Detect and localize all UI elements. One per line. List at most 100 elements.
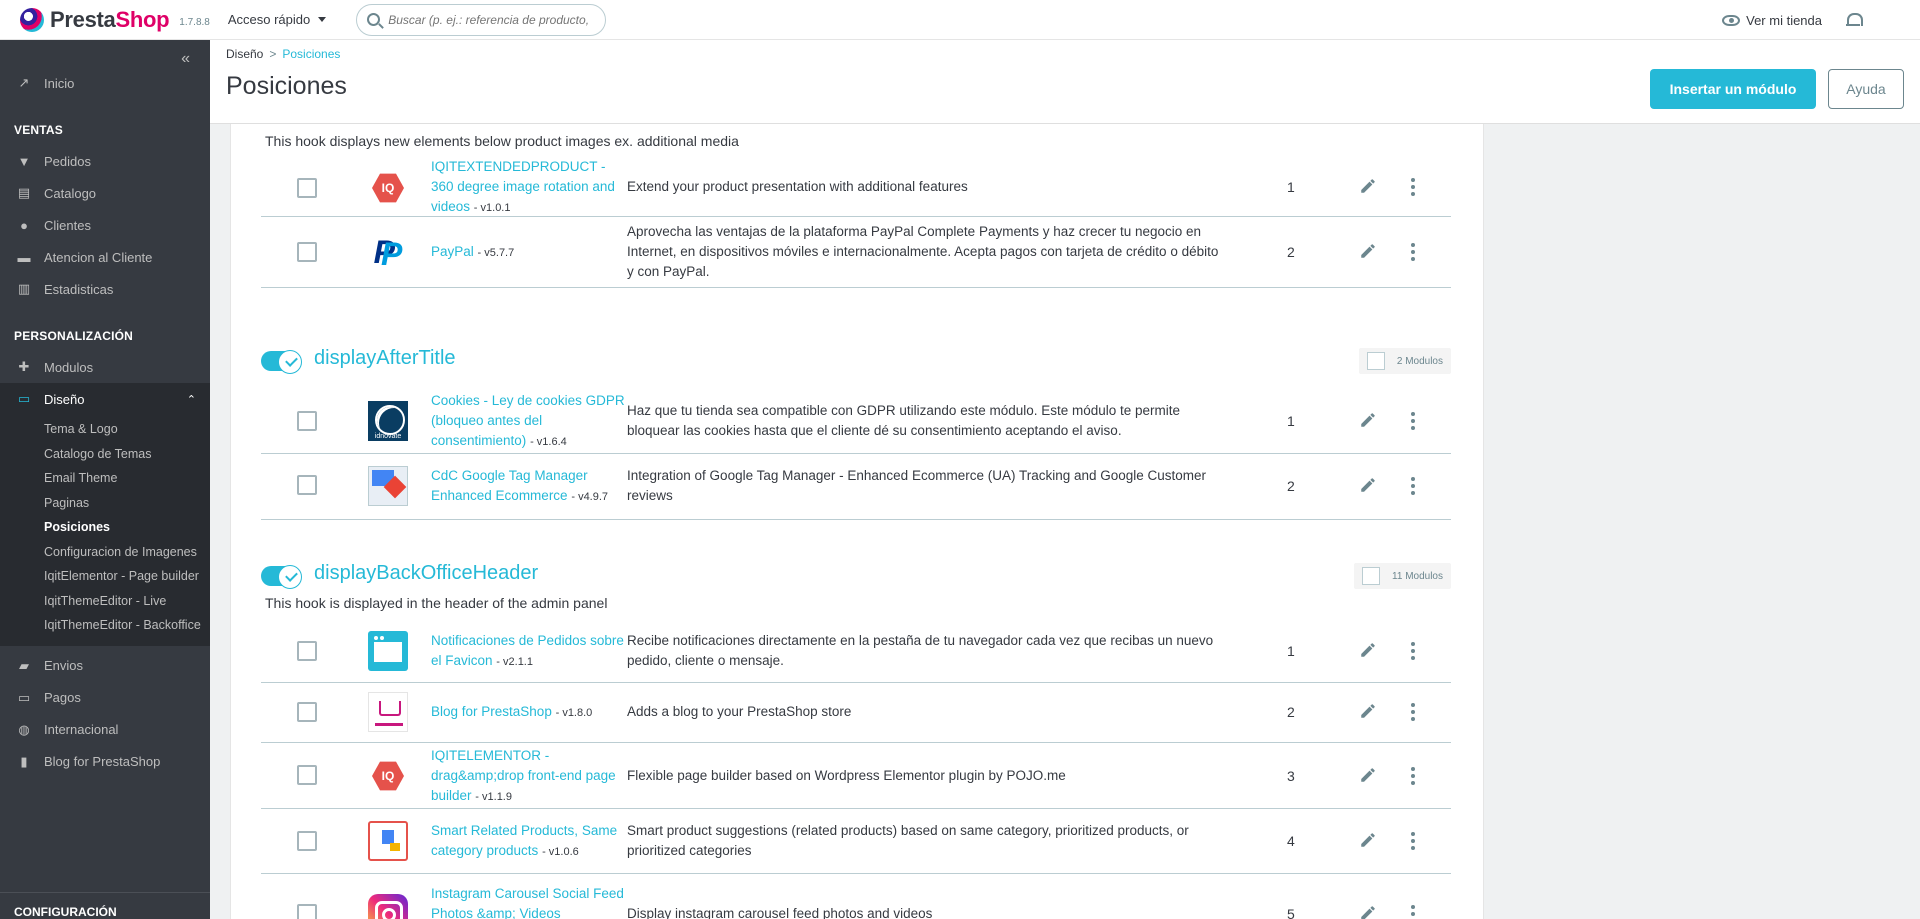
edit-pencil-icon[interactable]	[1359, 702, 1377, 720]
edit-pencil-icon[interactable]	[1359, 766, 1377, 784]
breadcrumb: Diseño > Posiciones	[226, 47, 340, 61]
module-name[interactable]: IQITELEMENTOR - drag&amp;drop front-end …	[431, 746, 626, 807]
module-name[interactable]: Instagram Carousel Social Feed Photos &a…	[431, 884, 626, 919]
edit-pencil-icon[interactable]	[1359, 904, 1377, 919]
collapse-sidebar-icon[interactable]: «	[181, 50, 190, 68]
account-icon: ●	[20, 217, 28, 233]
more-vertical-icon[interactable]	[1411, 767, 1415, 785]
module-checkbox[interactable]	[297, 178, 317, 198]
select-all-checkbox[interactable]	[1366, 352, 1385, 370]
book-icon: ▮	[20, 753, 28, 769]
search-box[interactable]	[356, 3, 607, 36]
edit-pencil-icon[interactable]	[1359, 641, 1377, 659]
module-description: Display instagram carousel feed photos a…	[627, 906, 933, 919]
module-name[interactable]: IQITEXTENDEDPRODUCT - 360 degree image r…	[431, 157, 626, 218]
module-row: Smart Related Products, Same category pr…	[261, 809, 1451, 874]
module-position: 1	[1287, 179, 1295, 195]
more-vertical-icon[interactable]	[1411, 905, 1415, 919]
subnav-posiciones[interactable]: Posiciones	[0, 515, 210, 540]
subnav-paginas[interactable]: Paginas	[0, 491, 210, 516]
view-store-link[interactable]: Ver mi tienda	[1722, 13, 1822, 28]
sidebar-item-pedidos[interactable]: ▼ Pedidos	[0, 145, 210, 177]
more-vertical-icon[interactable]	[1411, 477, 1415, 495]
module-name[interactable]: PayPal - v5.7.7	[431, 242, 626, 263]
insert-module-button[interactable]: Insertar un módulo	[1650, 69, 1816, 109]
module-description: Recibe notificaciones directamente en la…	[627, 633, 1214, 668]
module-description: Smart product suggestions (related produ…	[627, 823, 1189, 858]
sidebar-item-atencion[interactable]: ▬ Atencion al Cliente	[0, 241, 210, 273]
blog-logo-icon	[368, 692, 408, 732]
sidebar-item-blog[interactable]: ▮ Blog for PrestaShop	[0, 746, 210, 778]
notification-logo-icon	[368, 631, 408, 671]
hook-name: displayBackOfficeHeader	[314, 562, 539, 584]
sidebar: « ↗ Inicio VENTAS ▼ Pedidos ▤ Catalogo ● Cl…	[0, 40, 210, 919]
module-row: Blog for PrestaShop - v1.8.0 Adds a blog…	[261, 683, 1451, 743]
module-name[interactable]: Smart Related Products, Same category pr…	[431, 821, 626, 862]
more-vertical-icon[interactable]	[1411, 412, 1415, 430]
module-checkbox[interactable]	[297, 411, 317, 431]
hook-toggle-switch[interactable]	[261, 565, 302, 589]
module-checkbox[interactable]	[297, 242, 317, 262]
select-all-checkbox[interactable]	[1362, 567, 1381, 585]
hook-description: This hook displays new elements below pr…	[265, 133, 739, 149]
hook-toggle-switch[interactable]	[261, 350, 302, 374]
search-input[interactable]	[388, 12, 589, 27]
prestashop-logo[interactable]: PrestaShop 1.7.8.8	[20, 7, 210, 33]
sidebar-item-estadisticas[interactable]: ▥ Estadisticas	[0, 273, 210, 305]
module-description: Aprovecha las ventajas de la plataforma …	[627, 224, 1219, 279]
more-vertical-icon[interactable]	[1411, 832, 1415, 850]
module-name[interactable]: Cookies - Ley de cookies GDPR (bloqueo a…	[431, 391, 626, 452]
sidebar-item-internacional[interactable]: ◍ Internacional	[0, 714, 210, 746]
module-logo	[368, 631, 408, 671]
iqit-logo-icon: IQ	[372, 761, 404, 791]
paypal-logo-icon: PP	[373, 233, 403, 273]
edit-pencil-icon[interactable]	[1359, 177, 1377, 195]
subnav-iqitthemeeditor-backoffice[interactable]: IqitThemeEditor - Backoffice	[0, 613, 210, 638]
module-count-badge: 2 Modulos	[1358, 348, 1451, 374]
module-checkbox[interactable]	[297, 904, 317, 919]
module-checkbox[interactable]	[297, 765, 317, 785]
module-row: Notificaciones de Pedidos sobre el Favic…	[261, 621, 1451, 683]
chevron-up-icon: ⌃	[186, 393, 196, 406]
hook-header: displayBackOfficeHeader 11 Modulos	[261, 560, 1451, 590]
sidebar-item-clientes[interactable]: ● Clientes	[0, 209, 210, 241]
module-logo	[368, 821, 408, 861]
module-checkbox[interactable]	[297, 702, 317, 722]
more-vertical-icon[interactable]	[1411, 243, 1415, 261]
smart-related-logo-icon	[368, 821, 408, 861]
sidebar-item-modulos[interactable]: ✚ Modulos	[0, 351, 210, 383]
more-vertical-icon[interactable]	[1411, 178, 1415, 196]
sidebar-item-inicio[interactable]: ↗ Inicio	[0, 67, 210, 99]
edit-pencil-icon[interactable]	[1359, 242, 1377, 260]
sidebar-item-catalogo[interactable]: ▤ Catalogo	[0, 177, 210, 209]
module-checkbox[interactable]	[297, 641, 317, 661]
module-name[interactable]: CdC Google Tag Manager Enhanced Ecommerc…	[431, 466, 626, 507]
breadcrumb-parent[interactable]: Diseño	[226, 47, 263, 61]
module-checkbox[interactable]	[297, 475, 317, 495]
quick-access-dropdown[interactable]: Acceso rápido	[228, 12, 327, 27]
sidebar-item-diseno[interactable]: ▭ Diseño ⌃	[0, 383, 210, 415]
breadcrumb-current[interactable]: Posiciones	[282, 47, 340, 61]
module-description: Extend your product presentation with ad…	[627, 179, 968, 194]
iqit-logo-icon: IQ	[372, 173, 404, 203]
subnav-email-theme[interactable]: Email Theme	[0, 466, 210, 491]
subnav-tema-logo[interactable]: Tema & Logo	[0, 417, 210, 442]
sidebar-item-pagos[interactable]: ▭ Pagos	[0, 682, 210, 714]
help-button[interactable]: Ayuda	[1828, 69, 1904, 109]
more-vertical-icon[interactable]	[1411, 642, 1415, 660]
more-vertical-icon[interactable]	[1411, 703, 1415, 721]
brand-name: PrestaShop	[50, 6, 170, 32]
module-checkbox[interactable]	[297, 831, 317, 851]
subnav-configuracion-imagenes[interactable]: Configuracion de Imagenes	[0, 540, 210, 565]
notifications-bell-icon[interactable]	[1846, 12, 1863, 28]
sidebar-item-envios[interactable]: ▰ Envios	[0, 650, 210, 682]
module-name[interactable]: Notificaciones de Pedidos sobre el Favic…	[431, 631, 626, 672]
module-row: idnovate Cookies - Ley de cookies GDPR (…	[261, 388, 1451, 454]
subnav-iqitelementor[interactable]: IqitElementor - Page builder	[0, 564, 210, 589]
subnav-catalogo-temas[interactable]: Catalogo de Temas	[0, 442, 210, 467]
module-name[interactable]: Blog for PrestaShop - v1.8.0	[431, 702, 626, 723]
edit-pencil-icon[interactable]	[1359, 476, 1377, 494]
subnav-iqitthemeeditor-live[interactable]: IqitThemeEditor - Live	[0, 589, 210, 614]
edit-pencil-icon[interactable]	[1359, 411, 1377, 429]
edit-pencil-icon[interactable]	[1359, 831, 1377, 849]
